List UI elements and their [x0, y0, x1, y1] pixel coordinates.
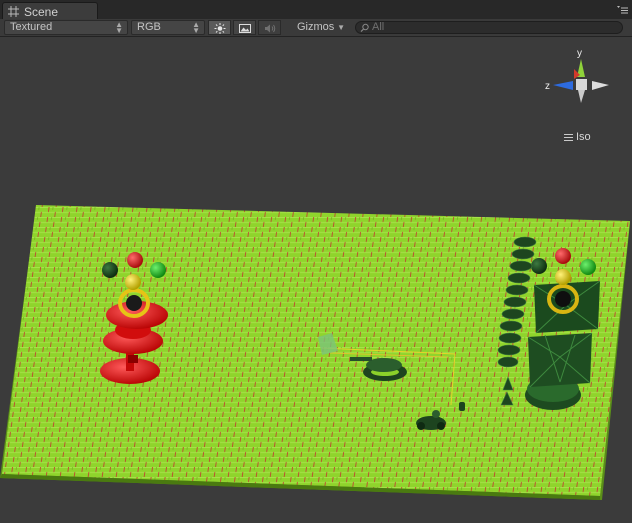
- scene-viewport[interactable]: y z Iso: [0, 37, 632, 523]
- axis-y-label: y: [577, 48, 582, 59]
- color-mode-value: RGB: [137, 21, 161, 33]
- render-mode-dropdown[interactable]: Textured ▲ ▼: [4, 20, 128, 35]
- gizmos-dropdown[interactable]: Gizmos ▼: [292, 20, 347, 35]
- scene-lighting-toggle[interactable]: [208, 20, 231, 35]
- scene-audio-toggle[interactable]: [258, 20, 281, 35]
- view-orientation-gizmo[interactable]: y z: [540, 47, 620, 117]
- scene-fx-toggle[interactable]: [233, 20, 256, 35]
- sun-icon: [214, 23, 226, 34]
- render-mode-value: Textured: [10, 21, 53, 33]
- scene-grid-icon: [8, 6, 19, 17]
- axis-z-label: z: [545, 81, 550, 92]
- speaker-icon: [265, 24, 276, 33]
- color-mode-dropdown[interactable]: RGB ▲ ▼: [131, 20, 205, 35]
- tab-menu-icon[interactable]: [616, 5, 628, 15]
- projection-toggle[interactable]: Iso: [564, 131, 591, 143]
- chevron-down-icon: ▼: [337, 23, 345, 32]
- image-icon: [239, 24, 251, 33]
- tab-scene[interactable]: Scene: [2, 2, 98, 19]
- gizmo-center-cube[interactable]: [576, 79, 587, 90]
- search-placeholder: All: [372, 21, 385, 33]
- projection-label: Iso: [576, 131, 591, 143]
- dropdown-arrows-icon: ▲ ▼: [115, 20, 123, 35]
- axis-z-cone[interactable]: [553, 81, 573, 90]
- menu-lines-icon: [564, 132, 573, 143]
- search-icon: [360, 23, 369, 33]
- tab-bar: Scene: [0, 0, 632, 19]
- search-input[interactable]: All: [355, 21, 623, 34]
- axis-neg-y-cone[interactable]: [578, 90, 585, 103]
- tab-label: Scene: [24, 5, 59, 19]
- dropdown-arrows-icon: ▲ ▼: [192, 20, 200, 35]
- gizmos-label: Gizmos: [297, 21, 335, 33]
- scene-toolbar: Textured ▲ ▼ RGB ▲ ▼ Gizmos ▼ All: [0, 19, 632, 37]
- axis-neg-x-cone[interactable]: [592, 81, 609, 90]
